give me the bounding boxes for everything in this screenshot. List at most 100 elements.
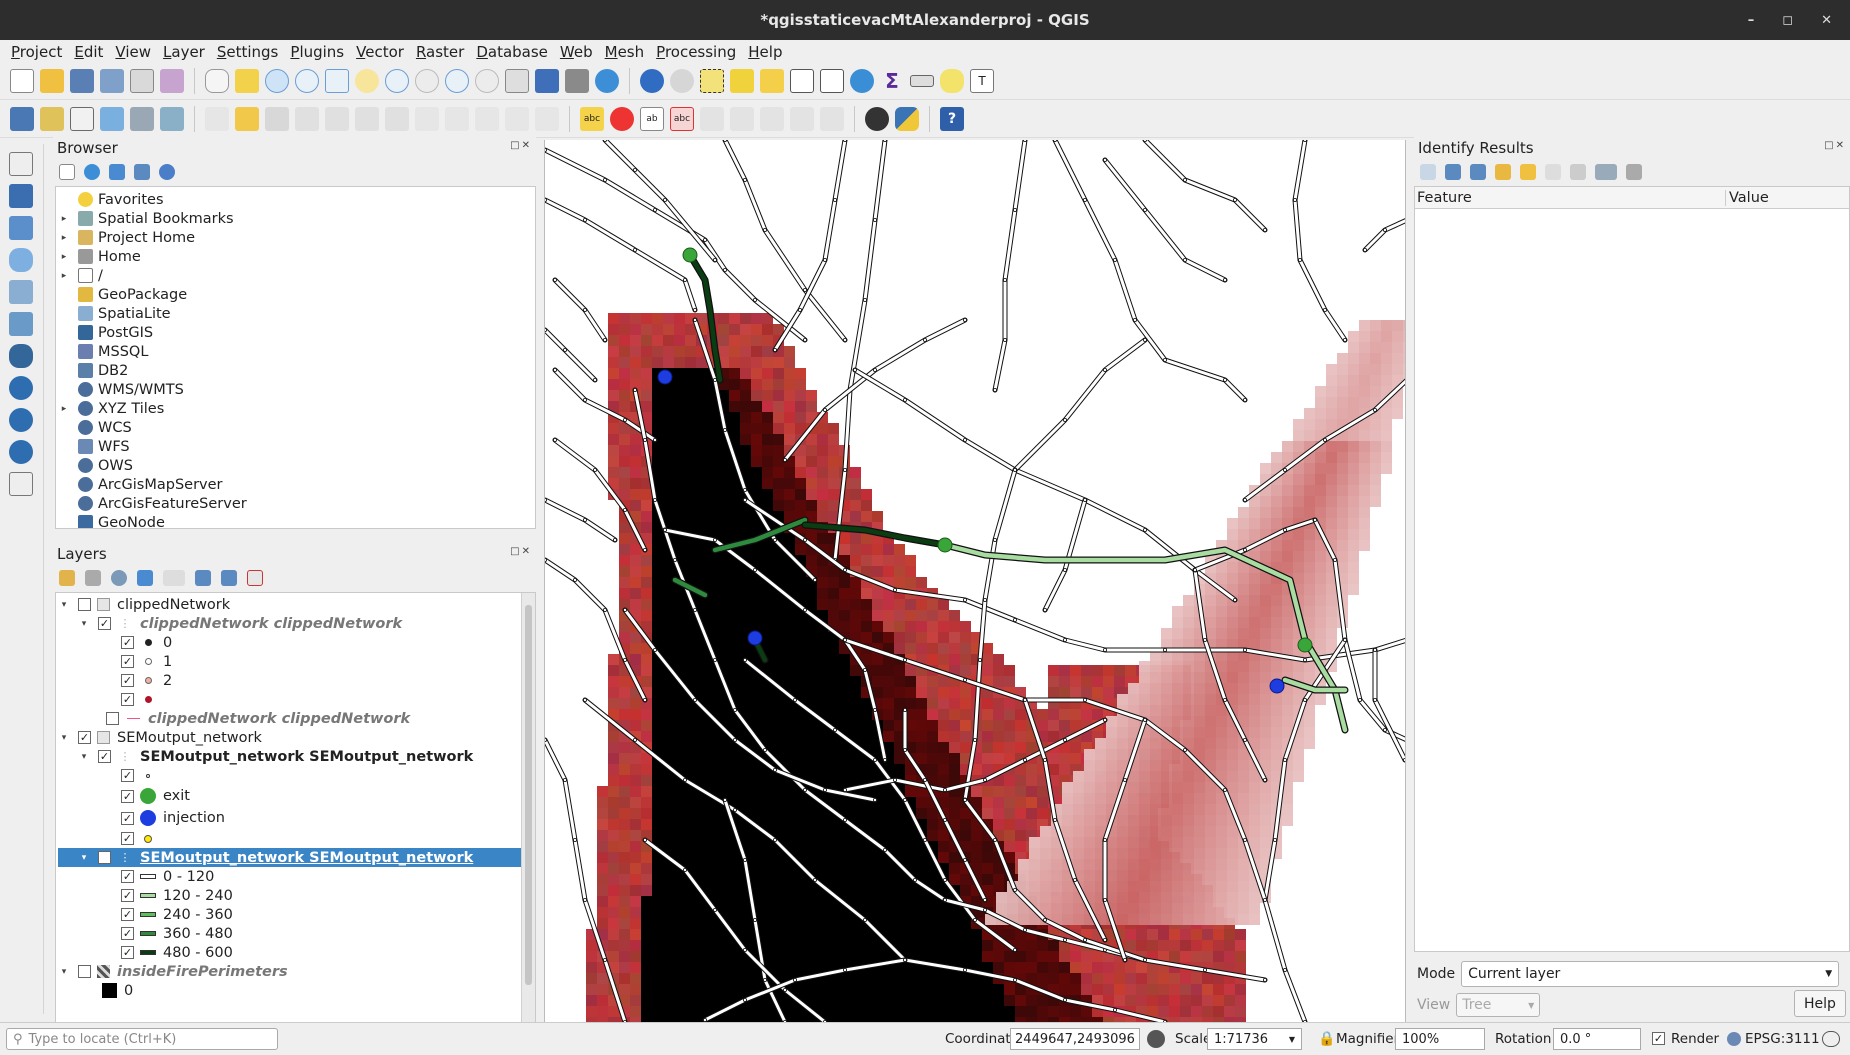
browser-item[interactable]: Favorites — [56, 190, 535, 209]
menu-settings[interactable]: Settings — [212, 43, 284, 61]
close-panel-icon[interactable]: ✕ — [522, 546, 532, 557]
browser-item[interactable]: WMS/WMTS — [56, 380, 535, 399]
menu-web[interactable]: Web — [555, 43, 598, 61]
render-checkbox[interactable]: ✓ — [1652, 1032, 1665, 1045]
pin-labels-icon[interactable]: ab — [640, 106, 664, 131]
zoom-layer-icon[interactable] — [385, 69, 409, 93]
legend-item-range[interactable]: ✓ 240 - 360 — [58, 905, 535, 924]
new-project-icon[interactable] — [10, 69, 34, 93]
layer-clipped-points[interactable]: ▾ ✓ ⋮ clippedNetwork clippedNetwork — [58, 614, 535, 633]
menu-project[interactable]: Project — [6, 43, 67, 61]
expand-arrow-icon[interactable]: ▸ — [58, 233, 70, 243]
menu-mesh[interactable]: Mesh — [600, 43, 650, 61]
add-mesh-layer-icon[interactable] — [9, 216, 33, 240]
visibility-icon[interactable] — [111, 570, 127, 586]
field-calculator-icon[interactable] — [820, 69, 844, 93]
browser-item[interactable]: ▸ XYZ Tiles — [56, 399, 535, 418]
cut-icon[interactable] — [415, 106, 439, 131]
layer-checkbox[interactable] — [78, 598, 91, 611]
clear-results-icon[interactable] — [1520, 164, 1536, 180]
collapse-all-icon[interactable] — [221, 570, 237, 586]
zoom-in-icon[interactable] — [265, 69, 289, 93]
legend-item[interactable]: ✓ — [58, 766, 535, 785]
layer-group-semoutput[interactable]: ▾ ✓ SEMoutput_network — [58, 728, 535, 747]
rotation-spinbox[interactable]: 0.0 ° — [1553, 1028, 1641, 1050]
messages-icon[interactable] — [1822, 1031, 1840, 1047]
style-manager-icon[interactable] — [160, 69, 184, 93]
expand-new-icon[interactable] — [1495, 164, 1511, 180]
menu-database[interactable]: Database — [471, 43, 553, 61]
minimize-icon[interactable]: – — [1748, 13, 1755, 28]
processing-toolbox-icon[interactable] — [850, 69, 874, 93]
print-layout-icon[interactable] — [130, 69, 154, 93]
legend-checkbox[interactable]: ✓ — [121, 870, 134, 883]
new-map-view-icon[interactable] — [505, 69, 529, 93]
browser-item[interactable]: ▸ Spatial Bookmarks — [56, 209, 535, 228]
rotate-label-icon[interactable] — [730, 106, 754, 131]
legend-checkbox[interactable]: ✓ — [121, 889, 134, 902]
lock-icon[interactable]: 🔒 — [1318, 1031, 1335, 1047]
browser-item[interactable]: PostGIS — [56, 323, 535, 342]
layer-checkbox[interactable]: ✓ — [98, 617, 111, 630]
map-svg[interactable] — [545, 140, 1406, 1022]
scale-combo[interactable]: 1:71736 ▼ — [1207, 1028, 1302, 1050]
deselect-icon[interactable] — [760, 69, 784, 93]
legend-item-injection[interactable]: ✓ injection — [58, 807, 535, 829]
data-source-manager-icon[interactable] — [10, 106, 34, 131]
label-tool-icon[interactable] — [820, 106, 844, 131]
locator-search[interactable]: ⚲ Type to locate (Ctrl+K) — [6, 1028, 278, 1050]
digitize-icon[interactable] — [295, 106, 319, 131]
browser-item[interactable]: MSSQL — [56, 342, 535, 361]
float-panel-icon[interactable]: □ — [510, 546, 521, 557]
legend-checkbox[interactable]: ✓ — [121, 927, 134, 940]
select-features-icon[interactable] — [700, 69, 724, 93]
legend-item[interactable]: ✓ — [58, 690, 535, 709]
text-annotation-icon[interactable]: T — [970, 69, 994, 93]
crs-label[interactable]: EPSG:3111 — [1745, 1031, 1820, 1047]
expand-tree-icon[interactable] — [1420, 164, 1436, 180]
legend-item[interactable]: ✓ — [58, 829, 535, 848]
legend-item[interactable]: ✓ 1 — [58, 652, 535, 671]
modify-attributes-icon[interactable] — [355, 106, 379, 131]
legend-item-range[interactable]: ✓ 480 - 600 — [58, 943, 535, 962]
add-wms-icon[interactable] — [9, 376, 33, 400]
add-selected-icon[interactable] — [59, 164, 75, 180]
collapse-all-icon[interactable] — [1470, 164, 1486, 180]
legend-item-range[interactable]: ✓ 360 - 480 — [58, 924, 535, 943]
zoom-full-icon[interactable] — [325, 69, 349, 93]
browser-item[interactable]: ArcGisFeatureServer — [56, 494, 535, 513]
legend-item-range[interactable]: ✓ 0 - 120 — [58, 867, 535, 886]
toggle-extents-icon[interactable] — [1147, 1030, 1165, 1048]
new-shapefile-icon[interactable] — [70, 106, 94, 131]
redo-icon[interactable] — [535, 106, 559, 131]
new-temp-layer-icon[interactable] — [130, 106, 154, 131]
legend-item-exit[interactable]: ✓ exit — [58, 785, 535, 807]
edits-icon[interactable] — [205, 106, 229, 131]
legend-checkbox[interactable]: ✓ — [121, 636, 134, 649]
help-contents-icon[interactable]: ? — [940, 106, 964, 131]
layer-sem-lines-selected[interactable]: ▾ ✓ ⋮ SEMoutput_network SEMoutput_networ… — [58, 848, 535, 867]
add-raster-layer-icon[interactable] — [9, 184, 33, 208]
browser-item[interactable]: WCS — [56, 418, 535, 437]
collapse-arrow-icon[interactable]: ▾ — [78, 752, 90, 762]
remove-layer-icon[interactable] — [247, 570, 263, 586]
add-vector-layer-icon[interactable] — [9, 152, 33, 176]
expand-arrow-icon[interactable]: ▸ — [58, 271, 70, 281]
layer-checkbox[interactable] — [78, 965, 91, 978]
attribute-table-icon[interactable] — [790, 69, 814, 93]
crs-globe-icon[interactable] — [1727, 1032, 1741, 1046]
layer-checkbox[interactable]: ✓ — [98, 750, 111, 763]
python-console-icon[interactable] — [895, 106, 919, 131]
menu-view[interactable]: View — [110, 43, 156, 61]
add-group-icon[interactable] — [85, 570, 101, 586]
browser-item[interactable]: ▸ / — [56, 266, 535, 285]
add-wfs-icon[interactable] — [9, 440, 33, 464]
legend-checkbox[interactable]: ✓ — [121, 908, 134, 921]
settings-wrench-icon[interactable] — [1626, 164, 1642, 180]
layer-checkbox[interactable] — [106, 712, 119, 725]
collapse-arrow-icon[interactable]: ▾ — [78, 619, 90, 629]
layer-group-clippednetwork[interactable]: ▾ clippedNetwork — [58, 595, 535, 614]
zoom-next-icon[interactable] — [475, 69, 499, 93]
measure-icon[interactable] — [910, 75, 934, 87]
show-hide-labels-icon[interactable]: abc — [670, 106, 694, 131]
